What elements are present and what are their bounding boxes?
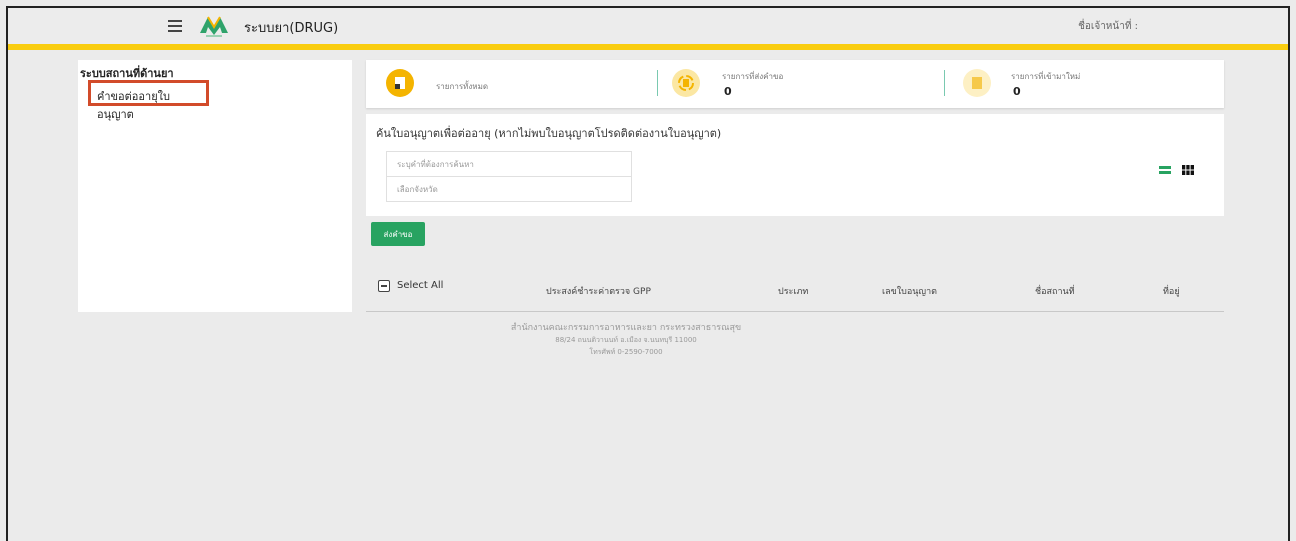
select-all-checkbox[interactable]	[378, 280, 390, 292]
sidebar: ระบบสถานที่ด้านยา คำขอต่ออายุใบอนุญาต	[78, 60, 352, 312]
footer-org: สำนักงานคณะกรรมการอาหารและยา กระทรวงสาธา…	[510, 323, 742, 333]
column-header-license-number: เลขใบอนุญาต	[882, 287, 937, 297]
top-navbar: ระบบยา(DRUG) ชื่อเจ้าหน้าที่ :	[8, 8, 1288, 44]
app-title: ระบบยา(DRUG)	[244, 21, 339, 36]
stat-submitted-label: รายการที่ส่งคำขอ	[722, 72, 784, 81]
select-all-label: Select All	[397, 280, 444, 291]
document-icon	[386, 69, 414, 97]
province-select[interactable]	[386, 176, 632, 202]
app-window: ระบบยา(DRUG) ชื่อเจ้าหน้าที่ : ระบบสถานท…	[6, 6, 1290, 541]
footer-phone: โทรศัพท์ 0-2590-7000	[589, 348, 663, 356]
stat-submitted-value: 0	[724, 85, 732, 98]
logo-icon	[200, 16, 228, 37]
stat-total[interactable]: รายการทั้งหมด	[366, 60, 656, 108]
column-header-type: ประเภท	[778, 287, 809, 297]
table-divider	[366, 311, 1224, 312]
grid-view-icon[interactable]	[1182, 164, 1194, 176]
submit-request-button[interactable]: ส่งคำขอ	[371, 222, 425, 246]
header-accent-bar	[8, 44, 1288, 50]
stat-submitted[interactable]: รายการที่ส่งคำขอ 0	[658, 60, 943, 108]
stat-new[interactable]: รายการที่เข้ามาใหม่ 0	[945, 60, 1224, 108]
list-view-icon[interactable]	[1159, 164, 1171, 176]
stat-total-label: รายการทั้งหมด	[436, 82, 489, 91]
footer-address: 88/24 ถนนติวานนท์ อ.เมือง จ.นนทบุรี 1100…	[555, 336, 697, 344]
table-header: Select All ประสงค์ชำระค่าตรวจ GPP ประเภท…	[366, 270, 1224, 312]
officer-label: ชื่อเจ้าหน้าที่ :	[1078, 21, 1138, 32]
search-panel: ค้นใบอนุญาตเพื่อต่ออายุ (หากไม่พบใบอนุญา…	[366, 114, 1224, 216]
stat-new-label: รายการที่เข้ามาใหม่	[1011, 72, 1081, 81]
search-heading: ค้นใบอนุญาตเพื่อต่ออายุ (หากไม่พบใบอนุญา…	[376, 127, 722, 140]
column-header-address: ที่อยู่	[1163, 287, 1180, 297]
hamburger-menu-icon[interactable]	[168, 20, 182, 32]
stat-new-value: 0	[1013, 85, 1021, 98]
refresh-document-icon	[672, 69, 700, 97]
stats-panel: รายการทั้งหมด รายการที่ส่งคำขอ 0 รายการท…	[366, 60, 1224, 108]
sidebar-item-license-renewal[interactable]: คำขอต่ออายุใบอนุญาต	[88, 80, 209, 121]
footer: สำนักงานคณะกรรมการอาหารและยา กระทรวงสาธา…	[366, 320, 886, 358]
search-input[interactable]	[386, 151, 632, 177]
column-header-gpp: ประสงค์ชำระค่าตรวจ GPP	[546, 287, 651, 297]
new-document-icon	[963, 69, 991, 97]
column-header-place-name: ชื่อสถานที่	[1035, 287, 1075, 297]
